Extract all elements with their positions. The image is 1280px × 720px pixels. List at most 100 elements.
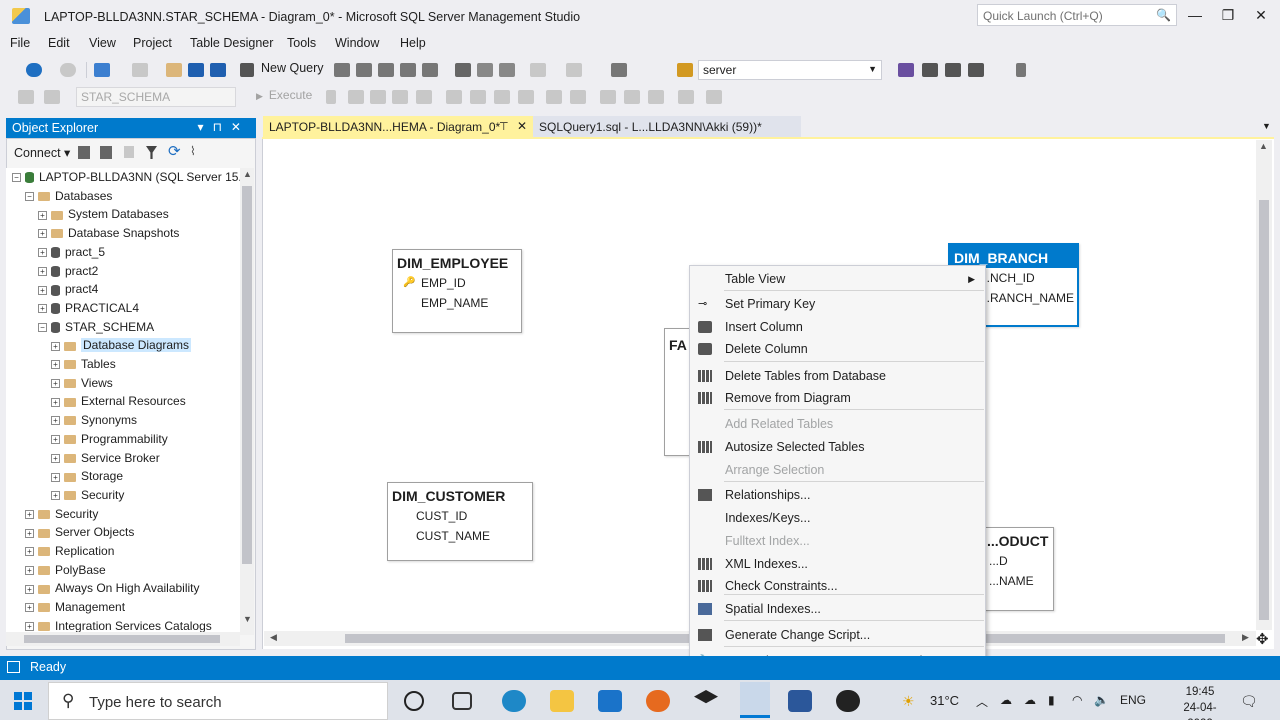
menu-help[interactable]: Help [400,36,426,50]
expand-icon[interactable]: + [38,304,47,314]
results-file-icon[interactable] [546,90,562,104]
expand-icon[interactable]: + [38,210,47,220]
menu-tools[interactable]: Tools [287,36,316,50]
query-options-icon[interactable] [392,90,408,104]
intellisense-icon[interactable] [416,90,432,104]
expand-icon[interactable]: + [25,566,34,576]
tree-node[interactable]: + Server Objects [25,523,134,541]
show-hidden-icons[interactable]: ︿ [976,693,988,710]
column-row[interactable]: EMP_NAME [393,293,521,313]
firefox-icon[interactable] [646,690,670,712]
tree-node[interactable]: + pract2 [38,262,98,280]
undo-icon[interactable] [530,63,546,77]
canvas-scroll-up-icon[interactable]: ▲ [1259,141,1268,151]
file-explorer-icon[interactable] [550,690,574,712]
language-indicator[interactable]: ENG [1120,693,1146,707]
cloud-icon[interactable]: ☁ [1024,693,1036,707]
expand-icon[interactable]: + [51,472,60,482]
outdent-icon[interactable] [648,90,664,104]
menu-file[interactable]: File [10,36,30,50]
menu-item-delete-column[interactable]: Delete Column [690,338,985,360]
tab-overflow-icon[interactable]: ▼ [1262,121,1271,131]
menu-window[interactable]: Window [335,36,379,50]
refresh-icon[interactable]: ⟳ [168,142,181,160]
forward-icon[interactable] [60,63,76,77]
menu-item-set-primary-key[interactable]: ⊸ Set Primary Key [690,293,985,315]
collapse-icon[interactable]: − [12,173,21,183]
menu-item-table-view[interactable]: Table View ▶ [690,268,985,290]
expand-icon[interactable]: + [25,528,34,538]
tree-node[interactable]: + Synonyms [51,411,137,429]
new-query-icon[interactable] [240,63,254,77]
expand-icon[interactable]: + [51,341,60,351]
tree-node[interactable]: + Storage [51,467,123,485]
results-text-icon[interactable] [494,90,510,104]
save-icon[interactable] [188,63,204,77]
available-databases-combo[interactable]: STAR_SCHEMA [76,87,236,107]
menu-item-spatial-indexes[interactable]: Spatial Indexes... [690,598,985,620]
expand-icon[interactable]: + [38,248,47,258]
menu-project[interactable]: Project [133,36,172,50]
expand-icon[interactable]: + [51,435,60,445]
mail-icon[interactable] [598,690,622,712]
indent-icon[interactable] [624,90,640,104]
tree-scroll-thumb[interactable] [242,186,252,564]
expand-icon[interactable]: + [51,379,60,389]
scroll-down-icon[interactable]: ▼ [243,614,252,624]
connect-button[interactable]: Connect ▾ [14,145,70,160]
minimize-button[interactable]: — [1180,4,1210,26]
tree-node[interactable]: + Views [51,374,113,392]
expand-icon[interactable]: + [38,285,47,295]
mdx-query-icon[interactable] [356,63,372,77]
tree-node[interactable]: + Security [25,505,98,523]
menu-item-insert-column[interactable]: Insert Column [690,316,985,338]
expand-icon[interactable]: + [51,453,60,463]
tree-node[interactable]: + System Databases [38,205,169,223]
execute-button[interactable]: ▶ Execute [256,88,312,102]
expand-icon[interactable]: + [25,622,34,632]
paste-icon[interactable] [499,63,515,77]
server-combo[interactable]: server ▼ [698,60,882,80]
tree-node[interactable]: + Always On High Availability [25,579,200,597]
temperature[interactable]: 31°C [930,693,959,708]
tab-close-icon[interactable]: ✕ [517,119,527,133]
cortana-icon[interactable] [404,691,424,711]
menu-item-generate-change-script[interactable]: Generate Change Script... [690,624,985,646]
clock[interactable]: 19:45 24-04-2022 [1176,684,1224,720]
db-engine-query-icon[interactable] [334,63,350,77]
tree-node[interactable]: − Databases [25,187,112,205]
xmla-query-icon[interactable] [400,63,416,77]
tree-node[interactable]: + pract4 [38,280,98,298]
ssms-taskbar-icon[interactable] [740,682,770,718]
tree-node[interactable]: + PolyBase [25,561,106,579]
table-dim-employee[interactable]: DIM_EMPLOYEE 🔑 EMP_ID EMP_NAME [392,249,522,333]
cancel-query-icon[interactable] [326,90,336,104]
collapse-icon[interactable]: − [25,192,34,202]
expand-icon[interactable]: + [25,547,34,557]
tree-node[interactable]: + PRACTICAL4 [38,299,139,317]
tree-node[interactable]: + Programmability [51,430,168,448]
menu-view[interactable]: View [89,36,116,50]
save-all-icon[interactable] [210,63,226,77]
include-plan-icon[interactable] [446,90,462,104]
edge-icon[interactable] [502,690,526,712]
tab-diagram[interactable]: LAPTOP-BLLDA3NN...HEMA - Diagram_0* ⊤ ✕ [263,116,533,138]
tree-hscroll-thumb[interactable] [24,635,220,643]
toolbar-options-icon[interactable] [1016,63,1026,77]
menu-item-indexes-keys[interactable]: Indexes/Keys... [690,507,985,529]
connect-toolbar-icon[interactable] [18,90,34,104]
activity-icon[interactable]: ⌇ [190,144,196,158]
battery-icon[interactable]: ▮ [1048,693,1055,707]
disconnect-icon[interactable] [100,146,112,159]
results-grid-icon[interactable] [518,90,534,104]
specify-values-icon[interactable] [678,90,694,104]
tree-node[interactable]: + External Resources [51,392,186,410]
column-row[interactable]: 🔑 EMP_ID [393,273,521,293]
window-layout-icon[interactable] [968,63,984,77]
tree-node[interactable]: + Management [25,598,125,616]
tree-node[interactable]: + Security [51,486,124,504]
tree-node[interactable]: + Database Snapshots [38,224,179,242]
expand-icon[interactable]: + [51,416,60,426]
word-icon[interactable] [788,690,812,712]
dmx-query-icon[interactable] [378,63,394,77]
